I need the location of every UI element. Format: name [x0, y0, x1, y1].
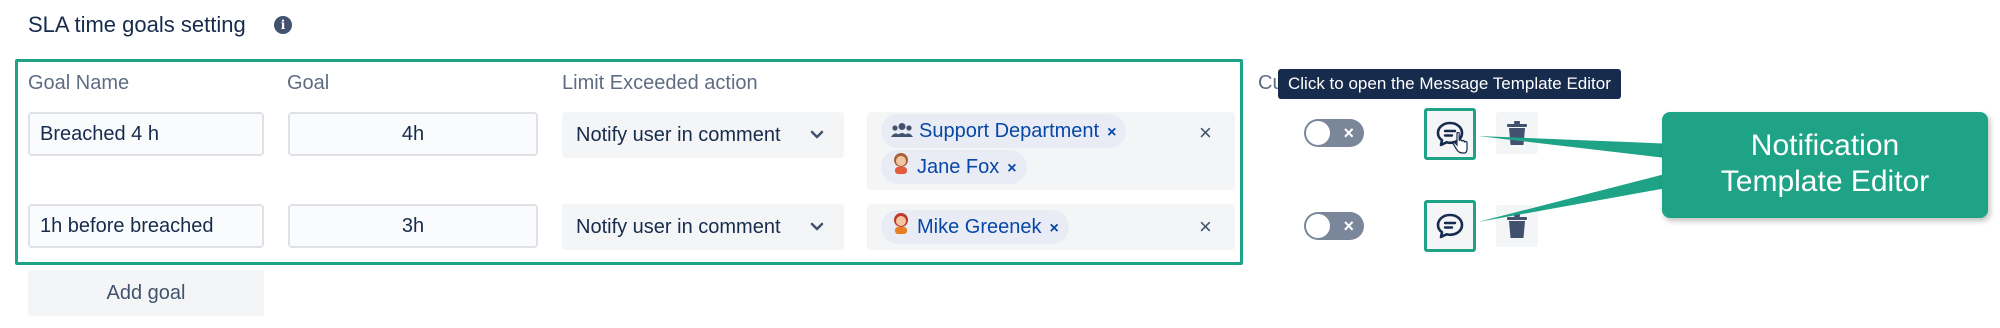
add-goal-button[interactable]: Add goal [28, 270, 264, 316]
annotation-callout: Notification Template Editor [1662, 112, 1988, 218]
callout-line-1: Notification [1750, 129, 1900, 162]
callout-line-2: Template Editor [1720, 165, 1930, 198]
